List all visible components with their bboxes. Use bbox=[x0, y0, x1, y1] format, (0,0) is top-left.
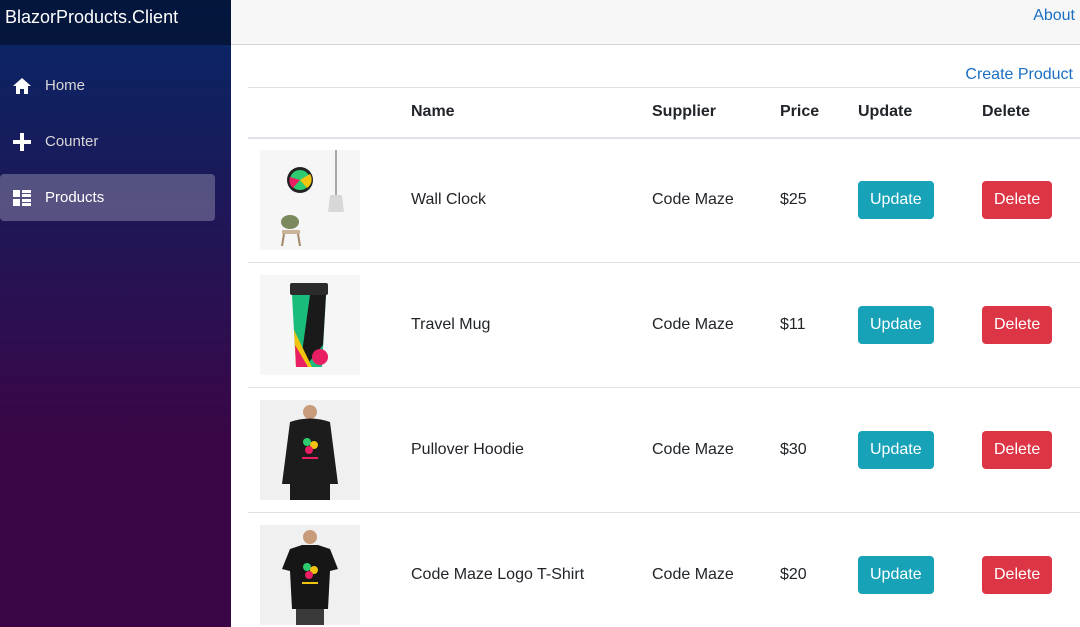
products-table: Name Supplier Price Update Delete Wall C… bbox=[248, 87, 1080, 627]
list-icon bbox=[12, 188, 32, 208]
product-name: Code Maze Logo T-Shirt bbox=[411, 512, 652, 627]
plus-icon bbox=[12, 132, 32, 152]
wall-clock-image bbox=[260, 150, 360, 251]
table-row: Code Maze Logo T-Shirt Code Maze $20 Upd… bbox=[248, 512, 1080, 627]
update-button[interactable]: Update bbox=[858, 181, 934, 220]
table-header-row: Name Supplier Price Update Delete bbox=[248, 87, 1080, 139]
table-row: Pullover Hoodie Code Maze $30 Update Del… bbox=[248, 387, 1080, 513]
travel-mug-image bbox=[260, 275, 360, 375]
product-name: Pullover Hoodie bbox=[411, 387, 652, 513]
product-price: $25 bbox=[780, 191, 807, 209]
delete-button[interactable]: Delete bbox=[982, 181, 1053, 220]
column-header-name: Name bbox=[411, 87, 652, 139]
app-brand[interactable]: BlazorProducts.Client bbox=[0, 0, 231, 45]
table-row: Travel Mug Code Maze $11 Update Delete bbox=[248, 262, 1080, 388]
product-name: Travel Mug bbox=[411, 262, 652, 388]
sidebar-item-products[interactable]: Products bbox=[0, 174, 215, 221]
product-supplier: Code Maze bbox=[652, 387, 780, 513]
column-header-update: Update bbox=[858, 87, 982, 139]
sidebar-nav: Home Counter Products bbox=[0, 45, 231, 221]
delete-button[interactable]: Delete bbox=[982, 431, 1053, 469]
sidebar-item-home[interactable]: Home bbox=[0, 62, 215, 109]
pullover-hoodie-image bbox=[260, 400, 360, 500]
update-button[interactable]: Update bbox=[858, 306, 934, 344]
sidebar-item-label: Products bbox=[45, 189, 105, 206]
home-icon bbox=[12, 76, 32, 96]
sidebar: BlazorProducts.Client Home Counter Produ… bbox=[0, 0, 231, 627]
product-supplier: Code Maze bbox=[652, 512, 780, 627]
create-product-link[interactable]: Create Product bbox=[965, 66, 1073, 84]
about-link[interactable]: About bbox=[1033, 7, 1075, 25]
delete-button[interactable]: Delete bbox=[982, 556, 1053, 595]
product-supplier: Code Maze bbox=[652, 262, 780, 388]
sidebar-item-label: Counter bbox=[45, 133, 99, 150]
column-header-price: Price bbox=[780, 87, 858, 139]
product-price: $20 bbox=[780, 512, 858, 627]
delete-button[interactable]: Delete bbox=[982, 306, 1053, 344]
update-button[interactable]: Update bbox=[858, 556, 934, 595]
column-header-supplier: Supplier bbox=[652, 87, 780, 139]
t-shirt-image bbox=[260, 525, 360, 626]
sidebar-item-counter[interactable]: Counter bbox=[0, 118, 215, 165]
column-header-delete: Delete bbox=[982, 87, 1080, 139]
product-price: $11 bbox=[780, 262, 858, 388]
table-row: Wall Clock Code Maze $25 Update Delete bbox=[248, 138, 1080, 263]
product-name: Wall Clock bbox=[411, 191, 486, 209]
column-header-image bbox=[248, 87, 411, 139]
product-supplier: Code Maze bbox=[652, 191, 734, 209]
product-price: $30 bbox=[780, 387, 858, 513]
update-button[interactable]: Update bbox=[858, 431, 934, 469]
sidebar-item-label: Home bbox=[45, 77, 86, 94]
top-bar: About bbox=[231, 0, 1080, 45]
